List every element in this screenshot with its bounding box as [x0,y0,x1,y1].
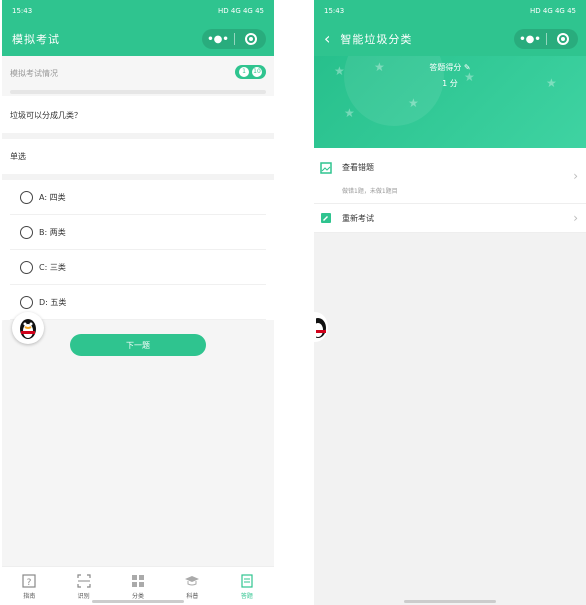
status-bar: 15:43 HD 4G 4G 45 [2,0,274,22]
progress-badge: 1 10 [235,65,266,79]
svg-text:?: ? [27,578,32,588]
status-bar: 15:43 HD 4G 4G 45 [314,0,586,22]
close-miniprogram-icon[interactable] [547,33,578,45]
result-screen: 15:43 HD 4G 4G 45 ‹ 智能垃圾分类 •●• ★ ★ ★ ★ ★… [314,0,586,605]
tab-label: 识别 [77,592,90,600]
exam-status-label: 模拟考试情况 [10,69,58,78]
tab-label: 科普 [186,592,199,600]
nav-bar: ‹ 智能垃圾分类 •●• [314,22,586,56]
view-wrong-answers[interactable]: 查看错题 做错1题，未做1题目 › [314,148,586,204]
exam-screen: 15:43 HD 4G 4G 45 模拟考试 •●• 模拟考试情况 1 10 垃… [2,0,274,605]
image-icon [320,162,332,174]
action-area: 下一题 [2,320,274,578]
score-value: 1 分 [442,79,458,88]
menu-item-label: 查看错题 [342,163,374,172]
score-label-text: 答题得分 [429,63,462,72]
option-label: C: 三类 [39,262,66,272]
progress-current: 1 [239,67,249,77]
scan-icon [77,573,91,588]
exam-progress-header: 模拟考试情况 1 10 [2,56,274,96]
document-icon [241,573,253,588]
edit-note-icon [321,213,331,223]
chevron-right-icon: › [573,211,578,225]
menu-item-sub: 做错1题，未做1题目 [342,188,398,195]
status-time: 15:43 [324,7,345,15]
score-banner: ★ ★ ★ ★ ★ ★ 答题得分 ✎ 1 分 [314,56,586,148]
option-label: A: 四类 [39,192,66,202]
home-indicator [92,600,184,603]
option-label: B: 两类 [39,227,66,237]
qq-penguin-icon[interactable] [12,312,44,344]
radio-icon[interactable] [20,190,33,204]
next-question-button[interactable]: 下一题 [70,334,206,356]
radio-icon[interactable] [20,260,33,274]
option-d[interactable]: D: 五类 [10,285,266,320]
status-time: 15:43 [12,7,33,15]
menu-item-label: 重新考试 [342,213,374,223]
radio-icon[interactable] [20,225,33,239]
answer-options: A: 四类 B: 两类 C: 三类 D: 五类 [2,180,274,320]
question-icon: ? [22,573,36,588]
tab-quiz[interactable]: 答题 [220,567,274,605]
progress-bar [10,90,266,94]
tab-label: 分类 [132,592,145,600]
chevron-right-icon: › [573,168,578,183]
home-indicator [404,600,496,603]
option-label: D: 五类 [39,297,67,307]
more-icon[interactable]: •●• [202,34,234,45]
question-type: 单选 [2,139,274,180]
qq-penguin-icon[interactable] [314,312,328,342]
back-icon[interactable]: ‹ [324,31,330,47]
retake-exam[interactable]: 重新考试 › [314,204,586,233]
option-c[interactable]: C: 三类 [10,250,266,285]
star-icon: ★ [408,96,419,110]
status-indicators: HD 4G 4G 45 [218,7,264,15]
more-icon[interactable]: •●• [514,34,546,45]
page-title: 模拟考试 [12,33,60,46]
result-menu: 查看错题 做错1题，未做1题目 › 重新考试 › [314,148,586,233]
mini-program-capsule: •●• [202,29,266,49]
status-indicators: HD 4G 4G 45 [530,7,576,15]
grid-icon [132,574,145,587]
nav-bar: 模拟考试 •●• [2,22,274,56]
mini-program-capsule: •●• [514,29,578,49]
tab-label: 答题 [240,592,253,600]
tab-guide[interactable]: ? 指南 [2,567,56,605]
tab-label: 指南 [23,592,36,600]
progress-total: 10 [252,67,262,77]
score-label: 答题得分 ✎ [314,62,586,73]
star-icon: ★ [344,106,355,120]
radio-icon[interactable] [20,295,33,309]
question-text: 垃圾可以分成几类？ [2,96,274,139]
option-b[interactable]: B: 两类 [10,215,266,250]
close-miniprogram-icon[interactable] [235,33,266,45]
edit-icon: ✎ [463,63,471,72]
page-title: 智能垃圾分类 [340,33,413,46]
option-a[interactable]: A: 四类 [10,180,266,215]
graduation-cap-icon [185,575,200,585]
